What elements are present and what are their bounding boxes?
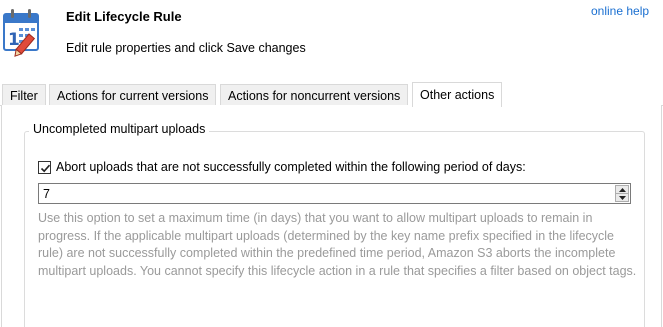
- tab-bar: Filter Actions for current versions Acti…: [0, 82, 663, 107]
- days-input[interactable]: [39, 184, 614, 203]
- group-title: Uncompleted multipart uploads: [29, 122, 210, 136]
- online-help-link[interactable]: online help: [591, 4, 649, 18]
- abort-uploads-label: Abort uploads that are not successfully …: [56, 160, 526, 174]
- multipart-help-text: Use this option to set a maximum time (i…: [38, 211, 637, 278]
- tab-actions-current-versions[interactable]: Actions for current versions: [49, 84, 217, 106]
- spin-up-button[interactable]: [615, 185, 629, 194]
- tab-other-actions[interactable]: Other actions: [412, 82, 503, 107]
- dialog-title: Edit Lifecycle Rule: [66, 9, 182, 24]
- checkmark-icon: [40, 164, 51, 172]
- calendar-edit-icon: 1: [2, 4, 48, 58]
- other-actions-panel: Uncompleted multipart uploads Abort uplo…: [1, 105, 662, 327]
- abort-uploads-checkbox[interactable]: [38, 160, 51, 174]
- days-spinner[interactable]: [38, 183, 631, 204]
- tab-actions-noncurrent-versions[interactable]: Actions for noncurrent versions: [220, 84, 409, 106]
- abort-uploads-option[interactable]: Abort uploads that are not successfully …: [38, 160, 526, 174]
- dialog-subtitle: Edit rule properties and click Save chan…: [66, 41, 306, 55]
- arrow-down-icon: [618, 195, 626, 200]
- spinner-buttons: [615, 185, 629, 202]
- arrow-up-icon: [618, 187, 626, 192]
- edit-lifecycle-rule-dialog: 1 Edit Lifecycle Rule Edit rule properti…: [0, 0, 663, 327]
- spin-down-button[interactable]: [615, 194, 629, 202]
- tab-filter[interactable]: Filter: [2, 84, 46, 106]
- dialog-header: 1 Edit Lifecycle Rule Edit rule properti…: [0, 0, 663, 78]
